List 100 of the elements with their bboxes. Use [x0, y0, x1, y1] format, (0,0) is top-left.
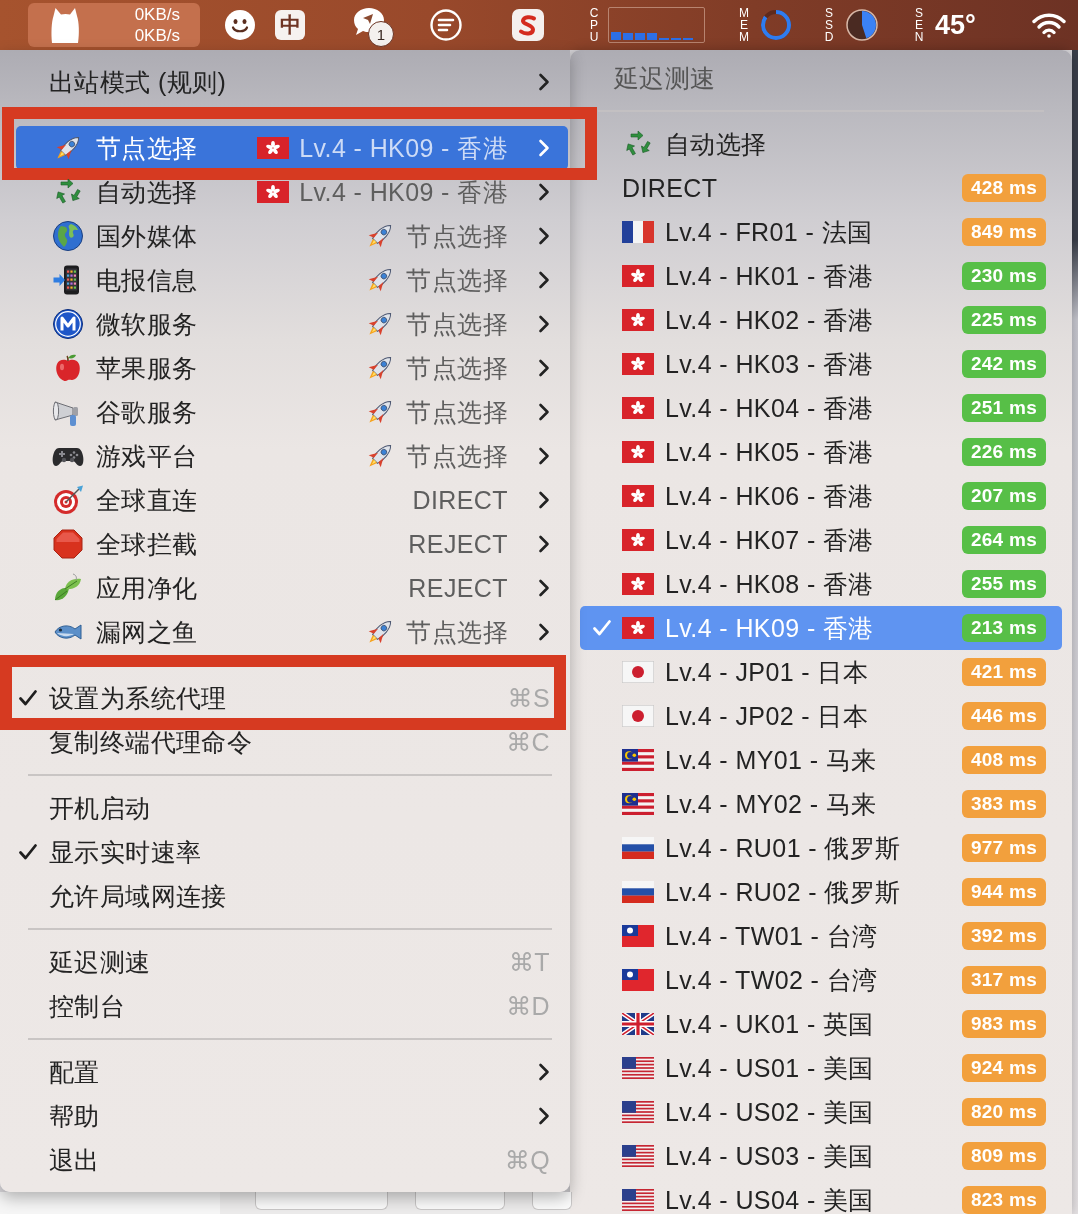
menu-item[interactable]: 帮助	[16, 1094, 568, 1138]
menu-item[interactable]: 设置为系统代理 ⌘S	[16, 676, 568, 720]
menu-item[interactable]: Lv.4 - JP01 - 日本 421 ms	[580, 650, 1062, 694]
menu-item[interactable]: 电报信息 节点选择	[16, 258, 568, 302]
menu-item[interactable]: Lv.4 - TW01 - 台湾 392 ms	[580, 914, 1062, 958]
flag-icon	[622, 529, 654, 551]
menu-item[interactable]: 国外媒体 节点选择	[16, 214, 568, 258]
menu-item[interactable]: 配置	[16, 1050, 568, 1094]
chevron-icon	[538, 1062, 550, 1082]
menu-item[interactable]: Lv.4 - FR01 - 法国 849 ms	[580, 210, 1062, 254]
menu-item[interactable]: 微软服务 节点选择	[16, 302, 568, 346]
item-label: Lv.4 - HK06 - 香港	[665, 484, 874, 508]
item-value: DIRECT	[412, 485, 508, 515]
latency-badge: 820 ms	[962, 1098, 1046, 1126]
item-value: REJECT	[408, 573, 508, 603]
latency-badge: 408 ms	[962, 746, 1046, 774]
input-method-indicator[interactable]: 中	[275, 10, 305, 40]
item-label: 复制终端代理命令	[49, 726, 253, 758]
menu-item[interactable]: 出站模式 (规则)	[16, 60, 568, 104]
menu-item[interactable]: Lv.4 - US03 - 美国 809 ms	[580, 1134, 1062, 1178]
chevron-icon	[538, 72, 550, 92]
menu-item[interactable]: 自动选择 Lv.4 - HK09 - 香港	[16, 170, 568, 214]
menu-item[interactable]: Lv.4 - RU02 - 俄罗斯 944 ms	[580, 870, 1062, 914]
flag-icon	[622, 265, 654, 287]
menu-item[interactable]: Lv.4 - MY01 - 马来 408 ms	[580, 738, 1062, 782]
item-label: 延迟测速	[49, 946, 151, 978]
flag-icon	[257, 137, 290, 159]
item-label: Lv.4 - RU02 - 俄罗斯	[665, 880, 901, 904]
item-value: Lv.4 - HK09 - 香港	[299, 176, 508, 208]
item-value: 节点选择	[406, 440, 508, 472]
menu-item[interactable]: Lv.4 - US01 - 美国 924 ms	[580, 1046, 1062, 1090]
menu-item[interactable]: Lv.4 - HK02 - 香港 225 ms	[580, 298, 1062, 342]
menu-item[interactable]: Lv.4 - HK01 - 香港 230 ms	[580, 254, 1062, 298]
target-icon	[52, 484, 84, 516]
menu-item[interactable]: Lv.4 - HK06 - 香港 207 ms	[580, 474, 1062, 518]
menu-item[interactable]: 漏网之鱼 节点选择	[16, 610, 568, 654]
menu-item[interactable]: DIRECT 428 ms	[580, 166, 1062, 210]
menu-item[interactable]: 应用净化 REJECT	[16, 566, 568, 610]
item-label: Lv.4 - HK05 - 香港	[665, 440, 874, 464]
menu-item[interactable]: Lv.4 - HK05 - 香港 226 ms	[580, 430, 1062, 474]
flag-icon	[622, 661, 654, 683]
menu-item[interactable]: Lv.4 - MY02 - 马来 383 ms	[580, 782, 1062, 826]
flag-icon	[622, 617, 654, 639]
shortcut-label: ⌘Q	[504, 1145, 550, 1175]
menu-item[interactable]: 显示实时速率	[16, 830, 568, 874]
item-label: Lv.4 - TW01 - 台湾	[665, 924, 878, 948]
wifi-icon[interactable]	[1032, 12, 1066, 38]
menu-item[interactable]: 苹果服务 节点选择	[16, 346, 568, 390]
menu-item[interactable]: 全球拦截 REJECT	[16, 522, 568, 566]
menu-item[interactable]: Lv.4 - JP02 - 日本 446 ms	[580, 694, 1062, 738]
item-label: 设置为系统代理	[49, 682, 227, 714]
item-value: 节点选择	[406, 352, 508, 384]
item-label: Lv.4 - US02 - 美国	[665, 1100, 874, 1124]
smiley-icon[interactable]	[224, 9, 256, 41]
list-circle-icon[interactable]	[430, 9, 462, 41]
menu-item[interactable]: 节点选择 Lv.4 - HK09 - 香港	[16, 126, 568, 170]
flag-icon	[622, 1189, 654, 1211]
menu-item[interactable]: Lv.4 - US04 - 美国 823 ms	[580, 1178, 1062, 1214]
item-label: Lv.4 - US03 - 美国	[665, 1144, 874, 1168]
menu-item[interactable]: 延迟测速	[614, 56, 716, 100]
memory-label: MEM	[738, 7, 750, 43]
item-label: Lv.4 - JP02 - 日本	[665, 704, 869, 728]
item-value: 节点选择	[406, 264, 508, 296]
status-item[interactable]: 0KB/s 0KB/s	[28, 3, 200, 47]
flag-icon	[622, 925, 654, 947]
latency-badge: 977 ms	[962, 834, 1046, 862]
notification-badge: 1	[368, 21, 394, 47]
shortcut-label: ⌘C	[506, 727, 550, 757]
latency-badge: 225 ms	[962, 306, 1046, 334]
menu-item[interactable]: Lv.4 - HK08 - 香港 255 ms	[580, 562, 1062, 606]
menu-item[interactable]: Lv.4 - HK07 - 香港 264 ms	[580, 518, 1062, 562]
menu-item[interactable]: 开机启动	[16, 786, 568, 830]
menu-item[interactable]: Lv.4 - US02 - 美国 820 ms	[580, 1090, 1062, 1134]
menu-item[interactable]: 游戏平台 节点选择	[16, 434, 568, 478]
menu-item[interactable]: Lv.4 - TW02 - 台湾 317 ms	[580, 958, 1062, 1002]
menu-item[interactable]: 谷歌服务 节点选择	[16, 390, 568, 434]
item-label: 显示实时速率	[49, 836, 202, 868]
latency-badge: 242 ms	[962, 350, 1046, 378]
menu-item[interactable]: Lv.4 - UK01 - 英国 983 ms	[580, 1002, 1062, 1046]
item-label: 控制台	[49, 990, 126, 1022]
menu-item[interactable]: 延迟测速 ⌘T	[16, 940, 568, 984]
latency-badge: 251 ms	[962, 394, 1046, 422]
item-value: 节点选择	[406, 308, 508, 340]
menu-item[interactable]: Lv.4 - HK03 - 香港 242 ms	[580, 342, 1062, 386]
item-label: Lv.4 - MY01 - 马来	[665, 748, 877, 772]
swirl-logo-icon[interactable]	[512, 9, 544, 41]
menu-item[interactable]: Lv.4 - RU01 - 俄罗斯 977 ms	[580, 826, 1062, 870]
menu-item[interactable]: 自动选择	[580, 122, 1062, 166]
item-label: Lv.4 - JP01 - 日本	[665, 660, 869, 684]
flag-icon	[622, 309, 654, 331]
menu-item[interactable]: 复制终端代理命令 ⌘C	[16, 720, 568, 764]
menu-item[interactable]: 控制台 ⌘D	[16, 984, 568, 1028]
menu-item[interactable]: Lv.4 - HK04 - 香港 251 ms	[580, 386, 1062, 430]
menu-item[interactable]: 全球直连 DIRECT	[16, 478, 568, 522]
shortcut-label: ⌘S	[507, 683, 550, 713]
flag-icon	[622, 397, 654, 419]
menu-item[interactable]: 退出 ⌘Q	[16, 1138, 568, 1182]
item-label: Lv.4 - US04 - 美国	[665, 1188, 874, 1212]
menu-item[interactable]: 允许局域网连接	[16, 874, 568, 918]
item-label: Lv.4 - HK04 - 香港	[665, 396, 874, 420]
